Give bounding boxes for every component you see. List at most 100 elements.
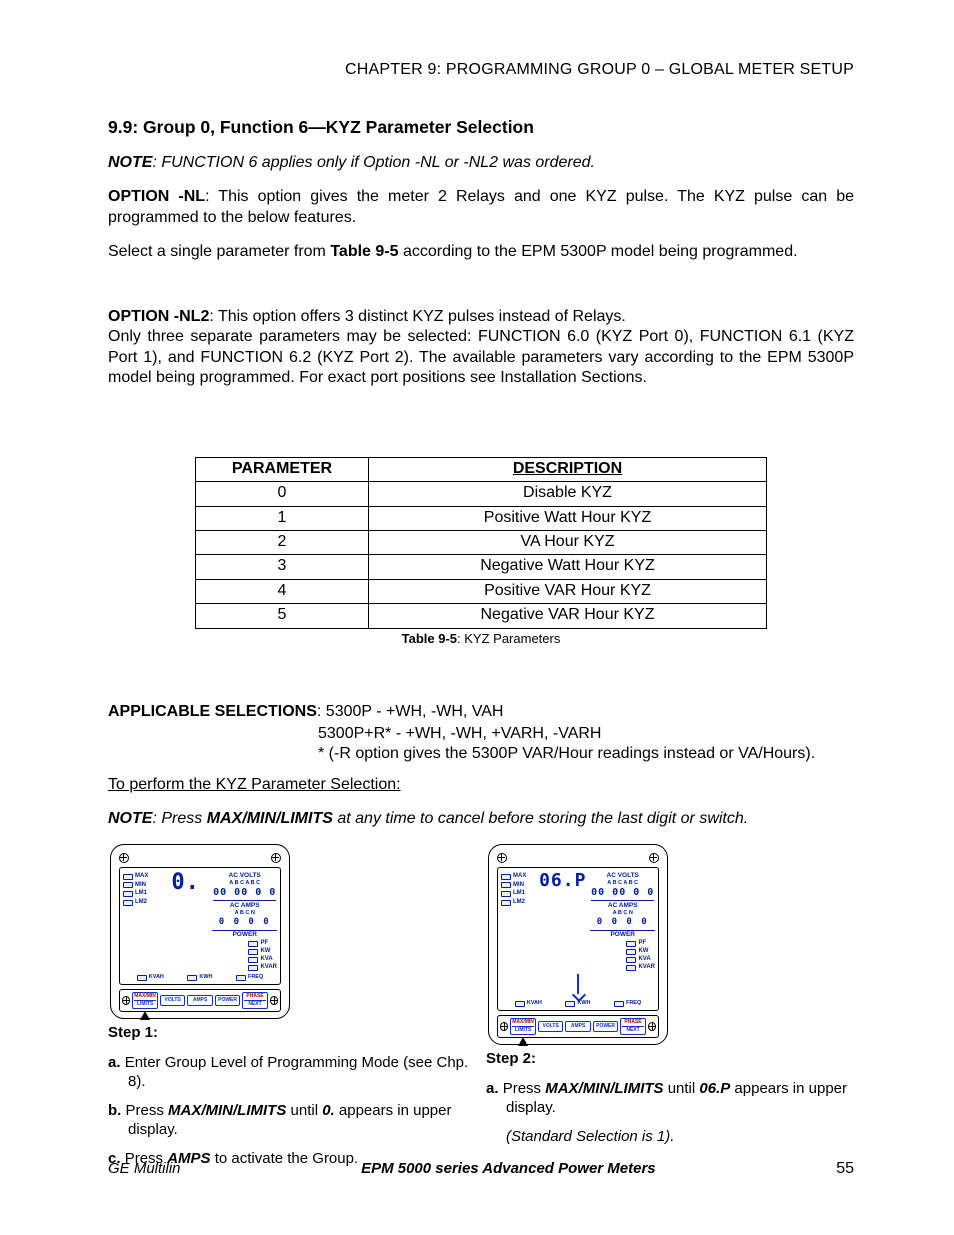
steps-row: MAX MIN LM1 LM2 0. AC VOLTS A B C A B C … bbox=[108, 844, 854, 1179]
select-line: Select a single parameter from Table 9-5… bbox=[108, 242, 854, 262]
meter-diagram-1: MAX MIN LM1 LM2 0. AC VOLTS A B C A B C … bbox=[110, 844, 290, 1020]
step-1b-t2: until bbox=[286, 1102, 322, 1119]
maxmin-limits-button: MAX/MINLIMITS bbox=[510, 1018, 536, 1035]
right-panel: AC VOLTS A B C A B C 00 00 0 0 AC AMPS A… bbox=[212, 871, 277, 973]
applicable-line3: * (-R option gives the 5300P VAR/Hour re… bbox=[318, 744, 854, 764]
button-bar: MAX/MINLIMITS VOLTS AMPS POWER PHASENEXT bbox=[119, 989, 281, 1012]
indicator-column: MAX MIN LM1 LM2 bbox=[123, 871, 159, 973]
screw-icon bbox=[270, 996, 278, 1005]
screw-icon bbox=[119, 853, 129, 863]
select-bold: Table 9-5 bbox=[330, 243, 398, 260]
note-function6: NOTE: FUNCTION 6 applies only if Option … bbox=[108, 153, 854, 173]
amps-button: AMPS bbox=[565, 1021, 590, 1032]
screw-icon bbox=[122, 996, 130, 1005]
step-2a-bold: MAX/MIN/LIMITS bbox=[545, 1080, 663, 1097]
applicable-selections: APPLICABLE SELECTIONS: 5300P - +WH, -WH,… bbox=[108, 702, 854, 722]
table-row: 3Negative Watt Hour KYZ bbox=[196, 555, 767, 579]
table-cell: 5 bbox=[196, 604, 369, 628]
select-pre: Select a single parameter from bbox=[108, 243, 330, 260]
table-caption-text: : KYZ Parameters bbox=[457, 631, 560, 646]
step-1b-bold: MAX/MIN/LIMITS bbox=[168, 1102, 286, 1119]
main-display: 06.P bbox=[539, 871, 586, 973]
step-2-column: MAX MIN LM1 LM2 06.P AC VOLTS A B C A B … bbox=[486, 844, 854, 1179]
table-cell: 2 bbox=[196, 531, 369, 555]
table-row: 4Positive VAR Hour KYZ bbox=[196, 579, 767, 603]
step-2-label: Step 2: bbox=[486, 1049, 854, 1068]
applicable-indented: 5300P+R* - +WH, -WH, +VARH, -VARH * (-R … bbox=[318, 724, 854, 765]
table-row: 1Positive Watt Hour KYZ bbox=[196, 506, 767, 530]
screw-icon bbox=[497, 853, 507, 863]
table-caption-bold: Table 9-5 bbox=[402, 631, 457, 646]
amps-button: AMPS bbox=[187, 995, 212, 1006]
footer-left: GE Multilin bbox=[108, 1159, 181, 1179]
step-1b-prefix: b. bbox=[108, 1102, 126, 1119]
phase-next-button: PHASENEXT bbox=[242, 992, 267, 1009]
footer-page: 55 bbox=[836, 1159, 854, 1179]
applicable-text1: : 5300P - +WH, -WH, VAH bbox=[317, 703, 504, 720]
power-button: POWER bbox=[215, 995, 240, 1006]
volts-button: VOLTS bbox=[538, 1021, 563, 1032]
perform-text: To perform the KYZ Parameter Selection: bbox=[108, 776, 401, 793]
table-row: 2VA Hour KYZ bbox=[196, 531, 767, 555]
table-cell: Negative Watt Hour KYZ bbox=[369, 555, 767, 579]
table-cell: Disable KYZ bbox=[369, 482, 767, 506]
option-nl2-text2: Only three separate parameters may be se… bbox=[108, 328, 854, 386]
option-nl-label: OPTION -NL bbox=[108, 188, 205, 205]
option-nl2-label: OPTION -NL2 bbox=[108, 308, 209, 325]
button-bar: MAX/MINLIMITS VOLTS AMPS POWER PHASENEXT bbox=[497, 1015, 659, 1038]
step-1b-bi: 0. bbox=[322, 1102, 335, 1119]
step-1b-t1: Press bbox=[126, 1102, 169, 1119]
table-cell: 1 bbox=[196, 506, 369, 530]
option-nl2-text1: : This option offers 3 distinct KYZ puls… bbox=[209, 308, 626, 325]
table-caption: Table 9-5: KYZ Parameters bbox=[108, 631, 854, 648]
perform-line: To perform the KYZ Parameter Selection: bbox=[108, 775, 854, 795]
option-nl-paragraph: OPTION -NL: This option gives the meter … bbox=[108, 187, 854, 228]
meter-diagram-2: MAX MIN LM1 LM2 06.P AC VOLTS A B C A B … bbox=[488, 844, 668, 1046]
right-panel: AC VOLTS A B C A B C 00 00 0 0 AC AMPS A… bbox=[590, 871, 655, 973]
step-1a: a. Enter Group Level of Programming Mode… bbox=[108, 1053, 476, 1091]
note2-prefix: NOTE bbox=[108, 810, 152, 827]
applicable-label: APPLICABLE SELECTIONS bbox=[108, 703, 317, 720]
applicable-line2: 5300P+R* - +WH, -WH, +VARH, -VARH bbox=[318, 724, 854, 744]
step-1a-text: Enter Group Level of Programming Mode (s… bbox=[125, 1054, 469, 1090]
table-row: 5Negative VAR Hour KYZ bbox=[196, 604, 767, 628]
note-prefix: NOTE bbox=[108, 154, 152, 171]
select-post: according to the EPM 5300P model being p… bbox=[399, 243, 798, 260]
footer-mid: EPM 5000 series Advanced Power Meters bbox=[361, 1159, 656, 1179]
table-header-description: DESCRIPTION bbox=[369, 457, 767, 481]
chapter-header: CHAPTER 9: PROGRAMMING GROUP 0 – GLOBAL … bbox=[108, 60, 854, 80]
maxmin-limits-button: MAX/MINLIMITS bbox=[132, 992, 158, 1009]
phase-next-button: PHASENEXT bbox=[620, 1018, 645, 1035]
note2-post: at any time to cancel before storing the… bbox=[333, 810, 748, 827]
table-header-parameter: PARAMETER bbox=[196, 457, 369, 481]
main-display: 0. bbox=[163, 871, 209, 973]
screw-icon bbox=[649, 853, 659, 863]
table-row: 0Disable KYZ bbox=[196, 482, 767, 506]
step-2a: a. Press MAX/MIN/LIMITS until 06.P appea… bbox=[486, 1079, 854, 1117]
step-2a-bi: 06.P bbox=[699, 1080, 730, 1097]
screw-icon bbox=[648, 1022, 656, 1031]
table-cell: VA Hour KYZ bbox=[369, 531, 767, 555]
table-cell: 0 bbox=[196, 482, 369, 506]
kva-row: KVAH KWH FREQ bbox=[123, 972, 277, 981]
note-text: : FUNCTION 6 applies only if Option -NL … bbox=[152, 154, 595, 171]
step-2-std: (Standard Selection is 1). bbox=[486, 1127, 854, 1146]
step-1-label: Step 1: bbox=[108, 1023, 476, 1042]
step-1-column: MAX MIN LM1 LM2 0. AC VOLTS A B C A B C … bbox=[108, 844, 476, 1179]
step-2a-t2: until bbox=[664, 1080, 700, 1097]
table-cell: Positive VAR Hour KYZ bbox=[369, 579, 767, 603]
volts-button: VOLTS bbox=[160, 995, 185, 1006]
step-1a-prefix: a. bbox=[108, 1054, 125, 1071]
note2-pre: : Press bbox=[152, 810, 206, 827]
screw-icon bbox=[271, 853, 281, 863]
section-title: 9.9: Group 0, Function 6—KYZ Parameter S… bbox=[108, 116, 854, 138]
note2-bold: MAX/MIN/LIMITS bbox=[207, 810, 333, 827]
note-maxmin: NOTE: Press MAX/MIN/LIMITS at any time t… bbox=[108, 809, 854, 829]
table-cell: 3 bbox=[196, 555, 369, 579]
step-1b: b. Press MAX/MIN/LIMITS until 0. appears… bbox=[108, 1101, 476, 1139]
table-cell: Negative VAR Hour KYZ bbox=[369, 604, 767, 628]
power-button: POWER bbox=[593, 1021, 618, 1032]
option-nl2-paragraph: OPTION -NL2: This option offers 3 distin… bbox=[108, 307, 854, 389]
table-cell: Positive Watt Hour KYZ bbox=[369, 506, 767, 530]
screw-icon bbox=[500, 1022, 508, 1031]
